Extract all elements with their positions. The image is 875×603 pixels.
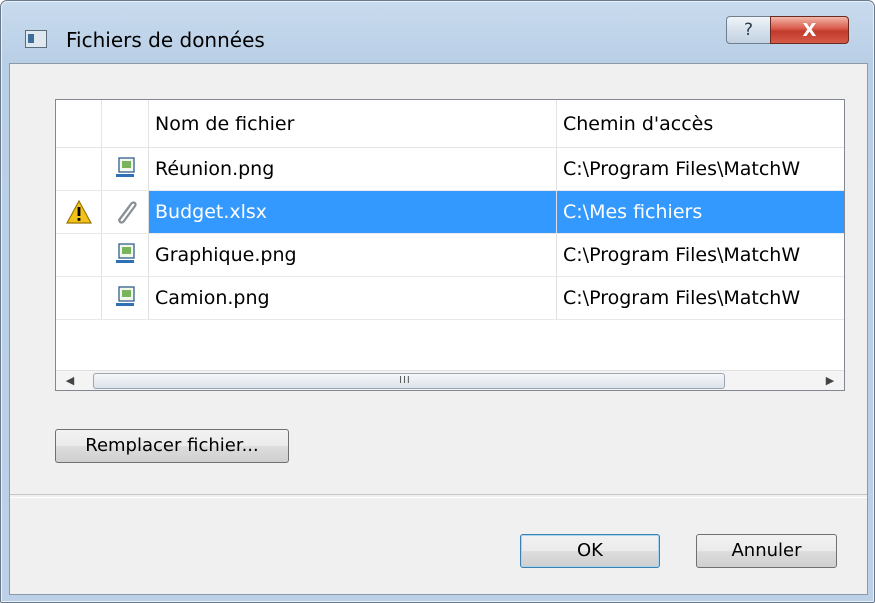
scroll-thumb[interactable]: III bbox=[93, 373, 725, 389]
file-name-cell: Camion.png bbox=[149, 277, 557, 319]
image-file-icon bbox=[116, 157, 135, 177]
file-name-cell: Graphique.png bbox=[149, 234, 557, 276]
file-path-cell: C:\Program Files\MatchW bbox=[557, 234, 844, 276]
files-list[interactable]: Nom de fichier Chemin d'accès Réunion.pn… bbox=[55, 99, 845, 391]
icon-column-header[interactable] bbox=[102, 100, 149, 147]
file-name: Budget.xlsx bbox=[155, 201, 268, 223]
table-row[interactable]: Budget.xlsx C:\Mes fichiers bbox=[56, 191, 844, 234]
file-name-cell: Réunion.png bbox=[149, 148, 557, 190]
status-cell bbox=[56, 277, 102, 319]
file-path-cell: C:\Program Files\MatchW bbox=[557, 277, 844, 319]
app-icon bbox=[25, 30, 47, 48]
scroll-grip-icon: III bbox=[399, 375, 411, 386]
scroll-left-icon[interactable]: ◀ bbox=[62, 373, 78, 389]
dialog-body: Nom de fichier Chemin d'accès Réunion.pn… bbox=[9, 63, 868, 595]
divider bbox=[10, 494, 867, 498]
table-row[interactable]: Réunion.png C:\Program Files\MatchW bbox=[56, 148, 844, 191]
file-icon-cell bbox=[102, 191, 149, 233]
table-row[interactable]: Graphique.png C:\Program Files\MatchW bbox=[56, 234, 844, 277]
cancel-button[interactable]: Annuler bbox=[696, 534, 837, 568]
status-cell bbox=[56, 148, 102, 190]
file-path: C:\Mes fichiers bbox=[563, 201, 703, 223]
table-row[interactable]: Camion.png C:\Program Files\MatchW bbox=[56, 277, 844, 320]
file-name-cell: Budget.xlsx bbox=[149, 191, 557, 233]
file-icon-cell bbox=[102, 148, 149, 190]
close-button[interactable]: X bbox=[770, 16, 849, 44]
paperclip-icon bbox=[117, 201, 137, 224]
name-column-label: Nom de fichier bbox=[155, 113, 295, 135]
status-cell bbox=[56, 234, 102, 276]
file-icon-cell bbox=[102, 234, 149, 276]
file-path: C:\Program Files\MatchW bbox=[563, 287, 801, 309]
window-title: Fichiers de données bbox=[66, 28, 265, 52]
file-icon-cell bbox=[102, 277, 149, 319]
file-path: C:\Program Files\MatchW bbox=[563, 244, 801, 266]
replace-file-button[interactable]: Remplacer fichier... bbox=[55, 429, 289, 463]
help-button[interactable]: ? bbox=[726, 16, 771, 44]
file-path-cell: C:\Mes fichiers bbox=[557, 191, 844, 233]
name-column-header[interactable]: Nom de fichier bbox=[149, 100, 557, 147]
warning-icon bbox=[66, 200, 92, 224]
file-path-cell: C:\Program Files\MatchW bbox=[557, 148, 844, 190]
list-header: Nom de fichier Chemin d'accès bbox=[56, 100, 844, 148]
horizontal-scrollbar[interactable]: ◀ III ▶ bbox=[56, 370, 844, 390]
image-file-icon bbox=[116, 243, 135, 263]
status-column-header[interactable] bbox=[56, 100, 102, 147]
status-cell bbox=[56, 191, 102, 233]
file-name: Camion.png bbox=[155, 287, 270, 309]
scroll-right-icon[interactable]: ▶ bbox=[822, 373, 838, 389]
dialog-window: Fichiers de données ? X Nom de fichier C… bbox=[0, 0, 875, 603]
path-column-header[interactable]: Chemin d'accès bbox=[557, 100, 844, 147]
file-path: C:\Program Files\MatchW bbox=[563, 158, 801, 180]
file-name: Graphique.png bbox=[155, 244, 297, 266]
file-name: Réunion.png bbox=[155, 158, 275, 180]
ok-button[interactable]: OK bbox=[520, 534, 660, 568]
title-bar: Fichiers de données ? X bbox=[1, 1, 874, 63]
image-file-icon bbox=[116, 286, 135, 306]
path-column-label: Chemin d'accès bbox=[563, 113, 714, 135]
